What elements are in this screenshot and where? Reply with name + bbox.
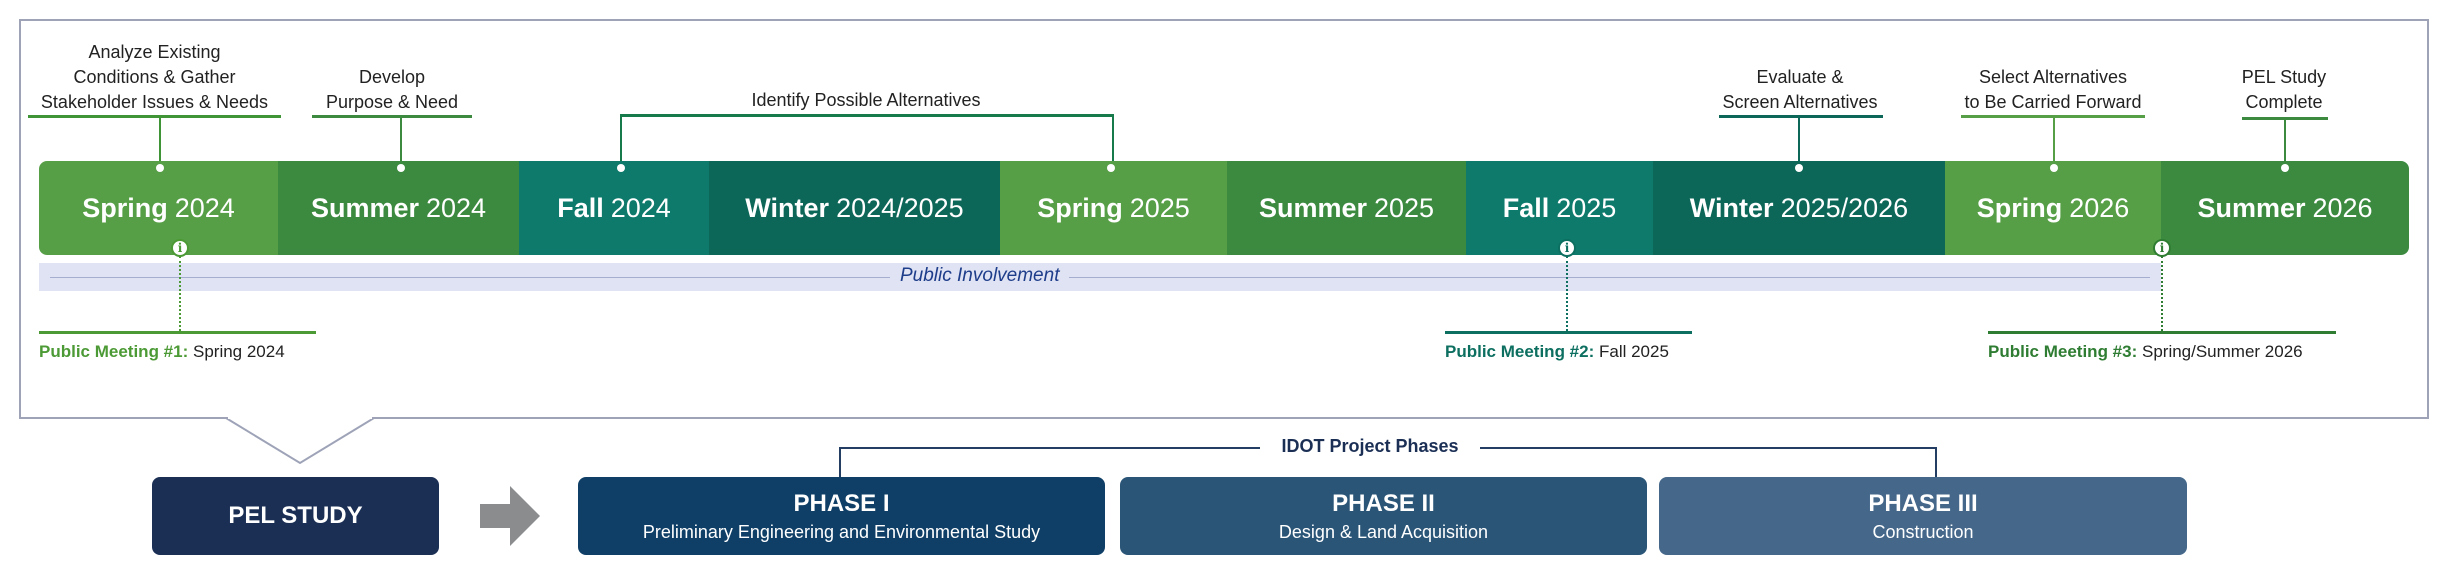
milestone-text: PEL Study <box>2241 67 2327 87</box>
season-segment: Winter 2024/2025 <box>709 161 1000 255</box>
public-meeting-3: Public Meeting #3: Spring/Summer 2026 <box>1988 342 2303 362</box>
milestone-dot <box>156 164 164 172</box>
milestone-underline <box>28 115 281 118</box>
season-name: Summer <box>310 192 419 223</box>
info-icon[interactable]: i <box>1558 239 1576 257</box>
milestone-dot <box>1795 164 1803 172</box>
pel-study-box: PEL STUDY <box>152 477 439 555</box>
milestone-text: Develop <box>358 67 426 87</box>
milestone-dot <box>2050 164 2058 172</box>
season-year: 2024 <box>174 192 235 223</box>
milestone-text: Purpose & Need <box>325 92 459 112</box>
season-name: Fall <box>557 192 604 223</box>
phase-title: PHASE II <box>1332 489 1435 517</box>
milestone-connector <box>1798 117 1800 167</box>
phase-title: PHASE III <box>1868 489 1978 517</box>
season-segment: Spring 2025 <box>1000 161 1227 255</box>
milestone-text: Conditions & Gather <box>73 67 236 87</box>
season-name: Spring <box>1037 192 1123 223</box>
season-segment: Summer 2025 <box>1227 161 1466 255</box>
season-name: Winter <box>745 192 830 223</box>
meeting-date: Spring/Summer 2026 <box>2141 342 2303 361</box>
milestone-text: Analyze Existing <box>88 42 221 62</box>
season-segment: Fall 2024 <box>519 161 709 255</box>
milestone-text: Screen Alternatives <box>1722 92 1878 112</box>
callout-pointer <box>222 416 378 465</box>
meeting-underline <box>1445 331 1692 334</box>
milestone-connector <box>2053 117 2055 167</box>
meeting-label: Public Meeting #2: <box>1445 342 1595 361</box>
meeting-label: Public Meeting #3: <box>1988 342 2138 361</box>
season-year: 2025 <box>1129 192 1190 223</box>
season-segment: Spring 2024 <box>39 161 278 255</box>
phases-title: IDOT Project Phases <box>1260 436 1480 457</box>
season-name: Summer <box>1258 192 1367 223</box>
public-meeting-2: Public Meeting #2: Fall 2025 <box>1445 342 1669 362</box>
season-name: Winter <box>1689 192 1774 223</box>
phase-subtitle: Preliminary Engineering and Environmenta… <box>642 521 1041 542</box>
milestone-connector <box>159 117 161 167</box>
meeting-connector <box>179 256 181 331</box>
meeting-connector <box>2161 256 2163 331</box>
milestone-identify-alternatives: Identify Possible Alternatives <box>751 90 981 110</box>
meeting-connector <box>1566 256 1568 331</box>
season-segment: Summer 2026 <box>2161 161 2409 255</box>
info-icon[interactable]: i <box>2153 239 2171 257</box>
public-involvement-arrow <box>50 277 2150 278</box>
meeting-label: Public Meeting #1: <box>39 342 189 361</box>
season-name: Summer <box>2197 192 2306 223</box>
meeting-date: Spring 2024 <box>192 342 285 361</box>
season-year: 2024/2025 <box>836 192 964 223</box>
public-meeting-1: Public Meeting #1: Spring 2024 <box>39 342 285 362</box>
milestone-dot <box>2281 164 2289 172</box>
phase-title: PHASE I <box>793 489 890 517</box>
pel-study-timeline: Analyze Existing Conditions & Gather Sta… <box>0 0 2450 588</box>
milestone-underline <box>1719 115 1883 118</box>
meeting-underline <box>1988 331 2336 334</box>
milestone-evaluate: Evaluate & Screen Alternatives <box>1700 65 1900 115</box>
season-segment: Spring 2026 <box>1945 161 2161 255</box>
info-icon[interactable]: i <box>171 239 189 257</box>
season-year: 2024 <box>610 192 671 223</box>
phase-subtitle: Design & Land Acquisition <box>1278 521 1489 542</box>
milestone-text: Stakeholder Issues & Needs <box>40 92 269 112</box>
season-year: 2025/2026 <box>1780 192 1909 223</box>
season-name: Fall <box>1502 192 1550 223</box>
milestone-text: Select Alternatives <box>1978 67 2128 87</box>
milestone-complete: PEL Study Complete <box>2224 65 2344 115</box>
milestone-analyze: Analyze Existing Conditions & Gather Sta… <box>28 40 281 115</box>
phase-1-box: PHASE I Preliminary Engineering and Envi… <box>578 477 1105 555</box>
season-name: Spring <box>82 192 168 223</box>
phase-subtitle: Construction <box>1872 521 1974 542</box>
meeting-underline <box>39 331 316 334</box>
arrow-right-icon <box>480 486 540 546</box>
milestone-purpose-need: Develop Purpose & Need <box>312 65 472 115</box>
season-segment: Winter 2025/2026 <box>1653 161 1945 255</box>
milestone-underline <box>312 115 472 118</box>
pel-study-label: PEL STUDY <box>228 502 363 529</box>
season-name: Spring <box>1976 192 2063 223</box>
season-year: 2026 <box>2069 192 2130 223</box>
milestone-connector <box>2284 119 2286 167</box>
milestone-text: to Be Carried Forward <box>1964 92 2142 112</box>
meeting-date: Fall 2025 <box>1598 342 1669 361</box>
milestone-dot <box>1107 164 1115 172</box>
milestone-text: Evaluate & <box>1756 67 1844 87</box>
milestone-dot <box>617 164 625 172</box>
season-year: 2026 <box>2312 192 2373 223</box>
public-involvement-label: Public Involvement <box>890 265 1070 287</box>
season-bar: Spring 2024 Summer 2024 Fall 2024 Winter 2024/2… <box>39 161 2409 255</box>
season-segment: Summer 2024 <box>278 161 519 255</box>
phase-2-box: PHASE II Design & Land Acquisition <box>1120 477 1647 555</box>
milestone-connector <box>400 117 402 167</box>
season-year: 2025 <box>1556 192 1617 223</box>
milestone-select: Select Alternatives to Be Carried Forwar… <box>1953 65 2153 115</box>
phase-3-box: PHASE III Construction <box>1659 477 2187 555</box>
season-year: 2024 <box>425 192 487 223</box>
season-year: 2025 <box>1373 192 1435 223</box>
milestone-dot <box>397 164 405 172</box>
milestone-text: Complete <box>2245 92 2323 112</box>
